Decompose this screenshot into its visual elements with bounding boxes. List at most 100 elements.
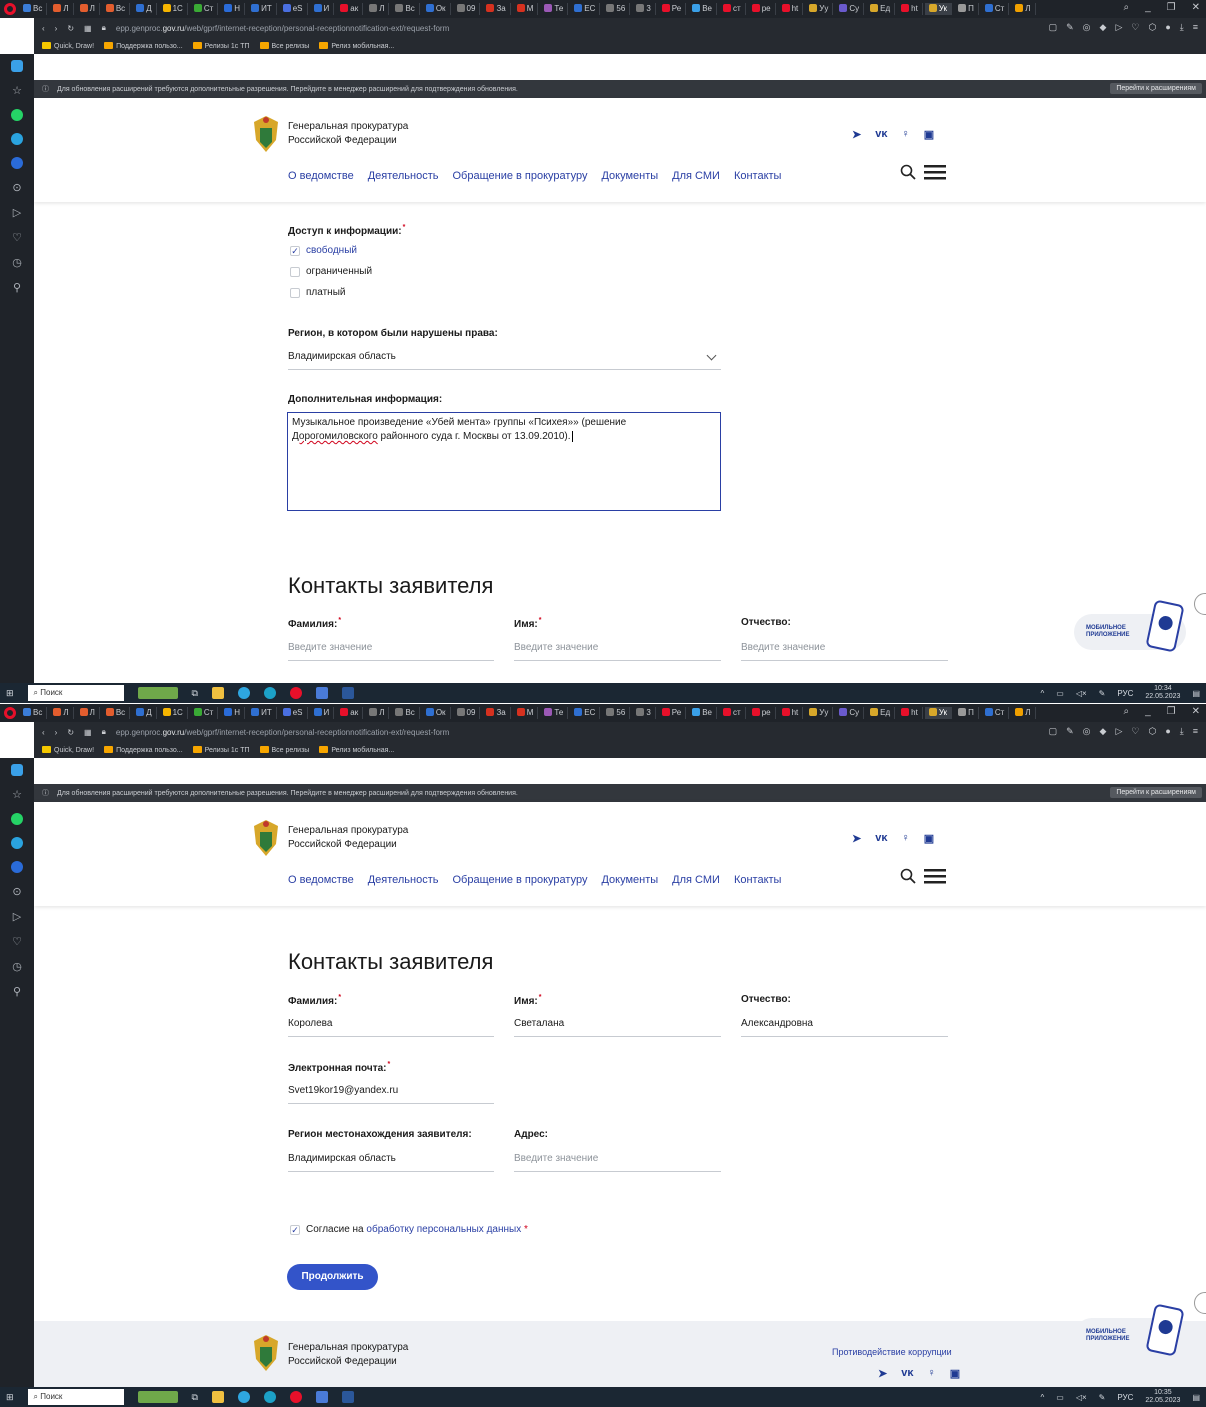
speed-dial-icon[interactable]: ▦ [84,24,92,33]
bookmark-item[interactable]: Поддержка пользо... [104,746,183,754]
nav-item-contacts[interactable]: Контакты [734,874,782,886]
browser-tab[interactable]: 56 [602,3,631,15]
task-view-icon[interactable]: ⧉ [192,688,198,699]
vk-icon[interactable]: ᴠᴋ [875,832,887,845]
checkbox-icon[interactable] [290,287,300,298]
browser-tab[interactable]: Ед [866,3,896,15]
menu-icon[interactable]: ≡ [1193,22,1198,33]
windows-start-icon[interactable]: ⊞ [6,1392,14,1403]
browser-tab[interactable]: ре [748,3,776,15]
browser-tab[interactable]: Су [835,3,865,15]
search-tabs-icon[interactable]: ⌕ [1123,706,1129,717]
word-icon[interactable] [341,687,354,699]
checkbox-checked-icon[interactable]: ✓ [290,245,300,256]
windows-start-icon[interactable]: ⊞ [6,688,14,699]
odnoklassniki-icon[interactable]: ♀ [901,128,909,141]
opera-logo-icon[interactable] [4,707,16,719]
browser-tab[interactable]: Н [220,3,246,15]
search-tabs-icon[interactable]: ⌕ [1123,2,1129,13]
patronymic-input[interactable]: Александровна [741,1013,948,1037]
personal-data-link[interactable]: обработку персональных данных [366,1224,521,1235]
opera-taskbar-icon[interactable] [289,1391,302,1403]
browser-tab[interactable]: ht [897,707,923,719]
close-window-icon[interactable]: ✕ [1192,706,1200,717]
bookmark-item[interactable]: Релиз мобильная... [319,42,394,50]
speed-dial-icon[interactable]: ▦ [84,728,92,737]
browser-tab[interactable]: Ок [422,707,451,719]
profile-icon[interactable]: ● [1165,726,1170,737]
nav-item-activity[interactable]: Деятельность [368,874,439,886]
profile-icon[interactable]: ● [1165,22,1170,33]
consent-row[interactable]: ✓ Согласие на обработку персональных дан… [290,1224,528,1235]
browser-tab[interactable]: Д [132,707,157,719]
email-field[interactable]: Svet19kor19@yandex.ru [288,1080,494,1104]
browser-tab[interactable]: Ре [658,3,687,15]
volume-icon[interactable]: ◁× [1076,689,1087,698]
url-field[interactable]: epp.genproc.gov.ru/web/gprf/internet-rec… [116,24,449,33]
browser-tab[interactable]: eS [279,707,308,719]
browser-tab[interactable]: Л [365,3,390,15]
pen-icon[interactable]: ✎ [1099,689,1106,698]
nav-item-about[interactable]: О ведомстве [288,874,354,886]
bookmark-item[interactable]: Все релизы [259,42,309,50]
search-icon[interactable] [900,868,916,884]
browser-tab[interactable]: 09 [453,707,481,719]
browser-tab[interactable]: ЕС [570,3,601,15]
browser-tab[interactable]: М [513,3,539,15]
clock[interactable]: 10:34 22.05.2023 [1145,685,1180,701]
calendar-app-icon[interactable] [315,687,328,699]
browser-tab[interactable]: Л [76,707,100,719]
browser-tab[interactable]: Н [220,707,246,719]
hamburger-menu-icon[interactable] [924,164,946,180]
language-indicator[interactable]: РУС [1117,689,1133,698]
clock[interactable]: 10:35 22.05.2023 [1145,1389,1180,1405]
browser-tab[interactable]: Вс [391,707,420,719]
opera-taskbar-icon[interactable] [289,687,302,699]
mobile-app-badge[interactable]: МОБИЛЬНОЕ ПРИЛОЖЕНИЕ [1074,599,1186,653]
browser-tab[interactable]: ht [897,3,923,15]
vpn-icon[interactable]: ◆ [1100,22,1107,33]
browser-tab[interactable]: ак [336,3,364,15]
url-field[interactable]: epp.genproc.gov.ru/web/gprf/internet-rec… [116,728,449,737]
access-option-free[interactable]: ✓ свободный [290,245,357,256]
camera-icon[interactable]: ◎ [1083,726,1091,737]
download-icon[interactable]: ⤓ [1180,22,1184,33]
browser-tab[interactable]: Вс [102,3,131,15]
reload-icon[interactable]: ↻ [67,24,74,33]
browser-tab[interactable]: Вс [19,3,48,15]
bookmark-item[interactable]: Релизы 1с ТП [192,746,250,754]
whatsapp-icon[interactable] [11,813,23,825]
bookmark-item[interactable]: Релиз мобильная... [319,746,394,754]
browser-tab[interactable]: Вс [102,707,131,719]
telegram-icon[interactable]: ➤ [852,832,861,845]
extra-info-textarea[interactable]: Музыкальное произведение «Убей мента» гр… [287,412,721,511]
browser-tab[interactable]: 1С [159,707,188,719]
browser-tab[interactable]: Ст [981,707,1010,719]
calendar-app-icon[interactable] [315,1391,328,1403]
download-icon[interactable]: ⤓ [1180,726,1184,737]
close-window-icon[interactable]: ✕ [1192,2,1200,13]
restore-icon[interactable]: ❐ [1167,706,1176,717]
browser-tab[interactable]: ИТ [247,707,277,719]
browser-tab[interactable]: 3 [632,707,656,719]
vpn-icon[interactable]: ◆ [1100,726,1107,737]
reload-icon[interactable]: ↻ [67,728,74,737]
vk-icon[interactable] [11,157,23,169]
task-view-icon[interactable]: ⧉ [192,1392,198,1403]
restore-icon[interactable]: ❐ [1167,2,1176,13]
telegram-icon[interactable] [11,133,23,145]
nav-item-appeal[interactable]: Обращение в прокуратуру [453,874,588,886]
access-option-paid[interactable]: платный [290,287,345,298]
opera-logo-icon[interactable] [4,3,16,15]
pin-icon[interactable]: ⚲ [13,281,21,294]
edge-icon[interactable] [263,687,276,699]
heart-icon[interactable]: ♡ [12,935,22,948]
send-icon[interactable]: ▷ [13,206,21,219]
browser-tab[interactable]: 1С [159,3,188,15]
browser-tab[interactable]: И [310,707,335,719]
browser-tab[interactable]: Л [1011,707,1036,719]
bookmark-item[interactable]: Quick, Draw! [42,42,94,50]
home-icon[interactable] [11,764,23,776]
org-name[interactable]: Генеральная прокуратура Российской Федер… [288,1341,468,1369]
emblem-logo-icon[interactable] [248,816,284,860]
